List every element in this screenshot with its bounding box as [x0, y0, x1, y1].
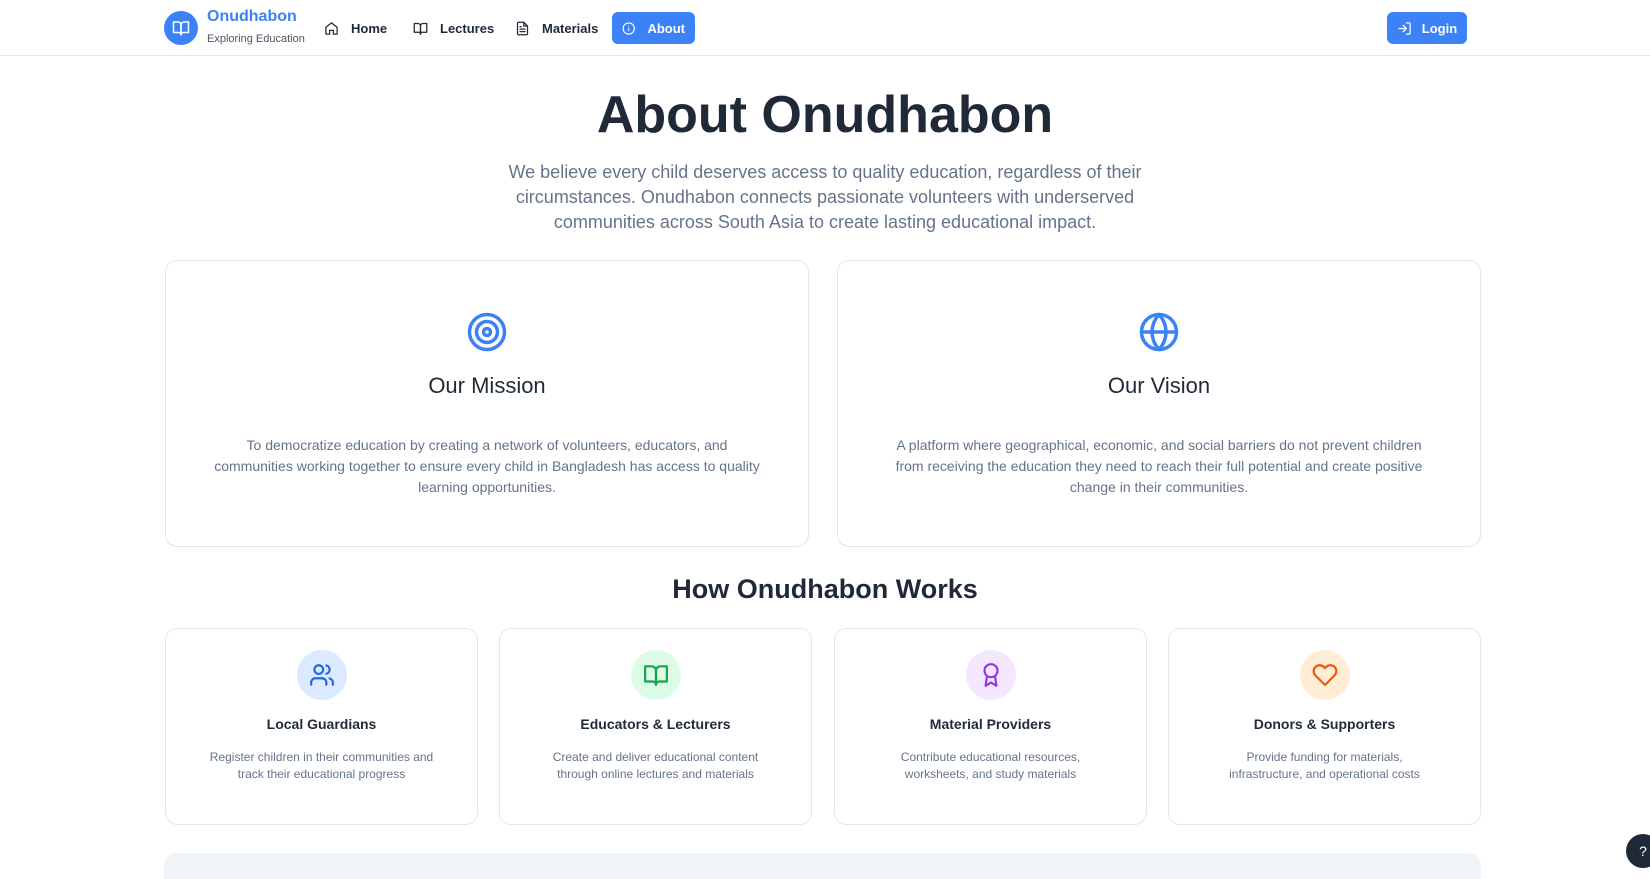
brand[interactable]: Onudhabon Exploring Education	[164, 8, 305, 45]
heart-icon	[1299, 650, 1350, 700]
nav-home[interactable]: Home	[314, 12, 397, 44]
next-section-panel	[164, 853, 1481, 879]
users-icon	[296, 650, 347, 700]
home-icon	[325, 21, 338, 35]
nav-about-label: About	[647, 20, 685, 36]
nav-materials-label: Materials	[542, 20, 599, 36]
book-open-icon	[630, 650, 681, 700]
target-icon	[467, 312, 507, 352]
role-description: Provide funding for materials, infrastru…	[1229, 750, 1420, 781]
how-it-works-title: How Onudhabon Works	[672, 574, 978, 604]
login-label: Login	[1421, 20, 1458, 36]
vision-card: Our Vision A platform where geographical…	[837, 260, 1481, 547]
info-icon	[622, 21, 635, 35]
hero-description: We believe every child deserves access t…	[508, 162, 1142, 232]
role-name: Local Guardians	[266, 716, 377, 732]
nav-about[interactable]: About	[612, 12, 695, 44]
nav-lectures-label: Lectures	[440, 20, 495, 36]
vision-text: A platform where geographical, economic,…	[895, 437, 1423, 495]
mission-title: Our Mission	[428, 373, 546, 398]
role-description: Contribute educational resources, worksh…	[900, 750, 1081, 781]
role-name: Educators & Lecturers	[580, 716, 731, 732]
role-name: Donors & Supporters	[1253, 716, 1396, 732]
nav-materials[interactable]: Materials	[505, 12, 608, 44]
role-card-educators: Educators & Lecturers Create and deliver…	[499, 628, 812, 825]
login-button[interactable]: Login	[1387, 12, 1467, 44]
brand-name: Onudhabon	[207, 8, 297, 25]
role-description: Register children in their communities a…	[209, 750, 434, 781]
nav-lectures[interactable]: Lectures	[403, 12, 504, 44]
role-card-material-providers: Material Providers Contribute educationa…	[834, 628, 1147, 825]
role-description: Create and deliver educational content t…	[552, 750, 759, 781]
log-in-icon	[1398, 21, 1411, 35]
globe-icon	[1139, 312, 1179, 352]
role-name: Material Providers	[929, 716, 1052, 732]
file-text-icon	[516, 21, 529, 35]
mission-card: Our Mission To democratize education by …	[165, 260, 809, 547]
nav-home-label: Home	[351, 20, 388, 36]
role-card-donors: Donors & Supporters Provide funding for …	[1168, 628, 1481, 825]
book-open-icon	[413, 22, 428, 35]
brand-tagline: Exploring Education	[207, 33, 305, 45]
role-card-local-guardians: Local Guardians Register children in the…	[165, 628, 478, 825]
book-open-icon	[164, 10, 198, 45]
vision-title: Our Vision	[1107, 373, 1211, 398]
award-icon	[965, 650, 1016, 700]
help-button[interactable]: ?	[1626, 834, 1650, 868]
page-title: About Onudhabon	[596, 86, 1054, 144]
top-navbar: Onudhabon Exploring Education Home Lectu…	[0, 0, 1650, 56]
mission-text: To democratize education by creating a n…	[214, 437, 760, 495]
